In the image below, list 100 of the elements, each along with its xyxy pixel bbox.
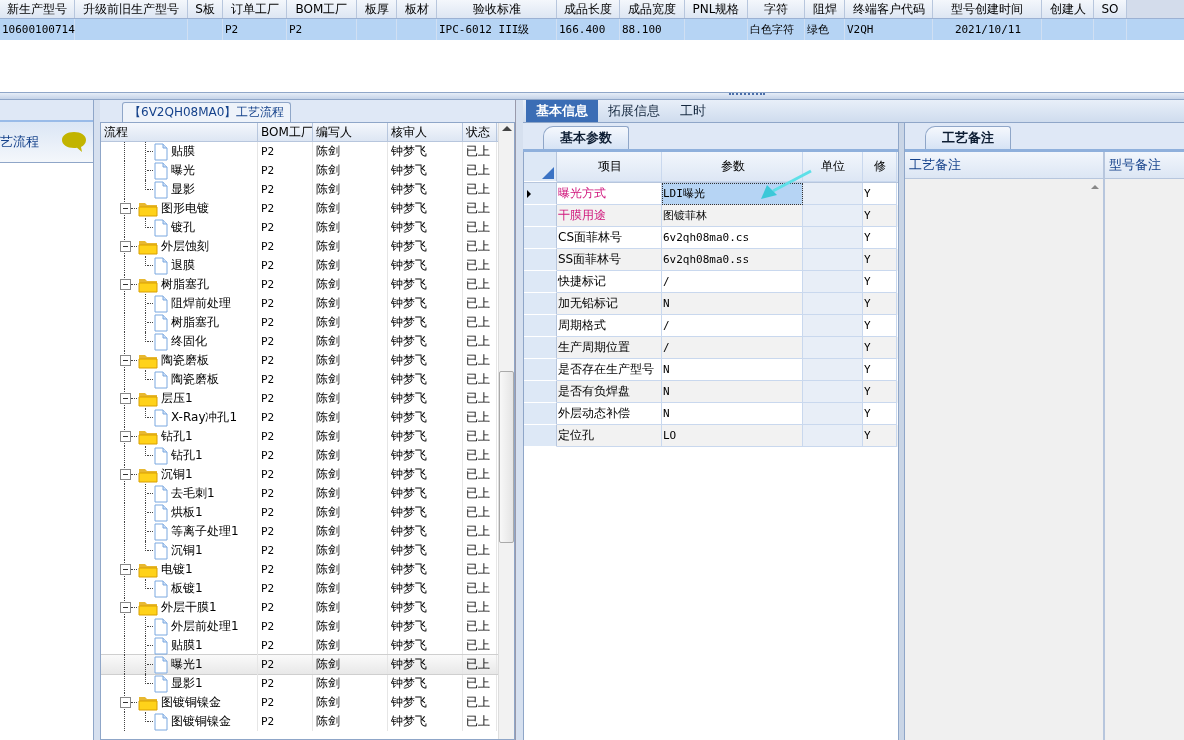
- column-header[interactable]: 板厚: [357, 0, 397, 18]
- table-row[interactable]: CS面菲林号 6v2qh08ma0.cs Y: [524, 227, 898, 249]
- tree-row[interactable]: 烘板1 P2 陈剑 钟梦飞 已上: [101, 503, 498, 522]
- column-header[interactable]: 升级前旧生产型号: [75, 0, 188, 18]
- column-header[interactable]: 创建人: [1042, 0, 1094, 18]
- splitter-grip[interactable]: [729, 93, 765, 98]
- tree-row[interactable]: 贴膜 P2 陈剑 钟梦飞 已上: [101, 142, 498, 161]
- panel-tab[interactable]: 工艺备注: [925, 126, 1011, 149]
- column-header[interactable]: 参数: [662, 152, 803, 182]
- collapse-icon[interactable]: [120, 203, 131, 214]
- scrollbar[interactable]: [498, 123, 514, 739]
- tree-row[interactable]: 退膜 P2 陈剑 钟梦飞 已上: [101, 256, 498, 275]
- table-cell: 钟梦飞: [391, 618, 427, 635]
- column-header[interactable]: 终端客户代码: [845, 0, 933, 18]
- panel-tab[interactable]: 基本参数: [543, 126, 629, 149]
- column-header[interactable]: 新生产型号: [0, 0, 75, 18]
- collapse-icon[interactable]: [120, 355, 131, 366]
- tree-row[interactable]: 阻焊前处理 P2 陈剑 钟梦飞 已上: [101, 294, 498, 313]
- tree-row[interactable]: 树脂塞孔 P2 陈剑 钟梦飞 已上: [101, 275, 498, 294]
- table-row[interactable]: SS面菲林号 6v2qh08ma0.ss Y: [524, 249, 898, 271]
- collapse-icon[interactable]: [120, 697, 131, 708]
- table-cell: 陈剑: [316, 599, 340, 616]
- tree-row[interactable]: 沉铜1 P2 陈剑 钟梦飞 已上: [101, 541, 498, 560]
- table-row[interactable]: 生产周期位置 / Y: [524, 337, 898, 359]
- column-header[interactable]: 工艺备注: [905, 152, 1105, 178]
- column-header[interactable]: 成品宽度: [620, 0, 685, 18]
- table-row[interactable]: 外层动态补偿 N Y: [524, 403, 898, 425]
- table-row[interactable]: 干膜用途 图镀菲林 Y: [524, 205, 898, 227]
- column-header[interactable]: 单位: [803, 152, 863, 182]
- column-header[interactable]: PNL规格: [685, 0, 748, 18]
- tree-row[interactable]: 层压1 P2 陈剑 钟梦飞 已上: [101, 389, 498, 408]
- collapse-icon[interactable]: [120, 393, 131, 404]
- tree-row[interactable]: 陶瓷磨板 P2 陈剑 钟梦飞 已上: [101, 370, 498, 389]
- table-cell: 陈剑: [316, 219, 340, 236]
- tab[interactable]: 拓展信息: [598, 100, 670, 122]
- collapse-icon[interactable]: [120, 241, 131, 252]
- column-header[interactable]: 验收标准: [437, 0, 557, 18]
- tree-row[interactable]: 曝光 P2 陈剑 钟梦飞 已上: [101, 161, 498, 180]
- tree-row[interactable]: 沉铜1 P2 陈剑 钟梦飞 已上: [101, 465, 498, 484]
- column-header[interactable]: BOM工厂: [258, 123, 313, 141]
- table-row[interactable]: 是否存在生产型号 N Y: [524, 359, 898, 381]
- column-header[interactable]: 阻焊: [805, 0, 845, 18]
- tree-row[interactable]: 显影1 P2 陈剑 钟梦飞 已上: [101, 674, 498, 693]
- column-header[interactable]: 成品长度: [557, 0, 620, 18]
- table-row[interactable]: 曝光方式 LDI曝光 Y: [524, 183, 898, 205]
- collapse-icon[interactable]: [120, 431, 131, 442]
- column-header[interactable]: 状态: [463, 123, 497, 141]
- tab[interactable]: 工时: [670, 100, 716, 122]
- column-header[interactable]: BOM工厂: [287, 0, 357, 18]
- column-header[interactable]: 订单工厂: [223, 0, 287, 18]
- column-header[interactable]: 型号创建时间: [933, 0, 1042, 18]
- tree-row[interactable]: 板镀1 P2 陈剑 钟梦飞 已上: [101, 579, 498, 598]
- tree-row[interactable]: 去毛刺1 P2 陈剑 钟梦飞 已上: [101, 484, 498, 503]
- table-cell: P2: [261, 506, 275, 519]
- column-header[interactable]: 编写人: [313, 123, 388, 141]
- tree-row[interactable]: 图镀铜镍金 P2 陈剑 钟梦飞 已上: [101, 693, 498, 712]
- tab[interactable]: 基本信息: [526, 100, 598, 122]
- table-row[interactable]: 是否有负焊盘 N Y: [524, 381, 898, 403]
- tree-row[interactable]: 图形电镀 P2 陈剑 钟梦飞 已上: [101, 199, 498, 218]
- tree-row[interactable]: 陶瓷磨板 P2 陈剑 钟梦飞 已上: [101, 351, 498, 370]
- column-header[interactable]: 字符: [748, 0, 805, 18]
- tree-row[interactable]: 图镀铜镍金 P2 陈剑 钟梦飞 已上: [101, 712, 498, 731]
- tree-row[interactable]: 终固化 P2 陈剑 钟梦飞 已上: [101, 332, 498, 351]
- column-header[interactable]: 核审人: [388, 123, 463, 141]
- table-row[interactable]: 加无铅标记 N Y: [524, 293, 898, 315]
- tree-row[interactable]: 电镀1 P2 陈剑 钟梦飞 已上: [101, 560, 498, 579]
- folder-icon: [138, 466, 158, 483]
- tree-row[interactable]: 镀孔 P2 陈剑 钟梦飞 已上: [101, 218, 498, 237]
- tree-row[interactable]: 钻孔1 P2 陈剑 钟梦飞 已上: [101, 446, 498, 465]
- scroll-up-icon[interactable]: [1091, 185, 1099, 189]
- tree-row[interactable]: 外层干膜1 P2 陈剑 钟梦飞 已上: [101, 598, 498, 617]
- tree-row[interactable]: 等离子处理1 P2 陈剑 钟梦飞 已上: [101, 522, 498, 541]
- tree-row[interactable]: 外层前处理1 P2 陈剑 钟梦飞 已上: [101, 617, 498, 636]
- table-row[interactable]: 周期格式 / Y: [524, 315, 898, 337]
- column-header[interactable]: 修: [863, 152, 897, 182]
- collapse-icon[interactable]: [120, 279, 131, 290]
- tree-row[interactable]: X-Ray冲孔1 P2 陈剑 钟梦飞 已上: [101, 408, 498, 427]
- table-row[interactable]: 10600100714 P2 P2 IPC-6012 III级 166.400 88.100 白色字符 绿色 V2QH 2021/10/11: [0, 19, 1184, 40]
- column-header[interactable]: 项目: [557, 152, 662, 182]
- tree-row[interactable]: 树脂塞孔 P2 陈剑 钟梦飞 已上: [101, 313, 498, 332]
- tree-row[interactable]: 曝光1 P2 陈剑 钟梦飞 已上: [101, 655, 498, 674]
- table-cell: 已上: [466, 618, 490, 635]
- tree-row[interactable]: 外层蚀刻 P2 陈剑 钟梦飞 已上: [101, 237, 498, 256]
- panel-title: 艺流程: [0, 133, 39, 151]
- table-cell: Y: [864, 297, 871, 310]
- table-cell: SS面菲林号: [558, 251, 622, 268]
- column-header[interactable]: 板材: [397, 0, 437, 18]
- tree-item-label: 外层前处理1: [171, 618, 239, 635]
- table-cell: 陈剑: [316, 637, 340, 654]
- column-header[interactable]: S板: [188, 0, 223, 18]
- tree-item-label: X-Ray冲孔1: [171, 409, 238, 426]
- collapse-icon[interactable]: [120, 469, 131, 480]
- column-header[interactable]: 流程: [101, 123, 258, 141]
- collapse-icon[interactable]: [120, 602, 131, 613]
- collapse-icon[interactable]: [120, 564, 131, 575]
- table-row[interactable]: 快捷标记 / Y: [524, 271, 898, 293]
- table-row[interactable]: 定位孔 LO Y: [524, 425, 898, 447]
- tree-row[interactable]: 钻孔1 P2 陈剑 钟梦飞 已上: [101, 427, 498, 446]
- column-header[interactable]: 型号备注: [1105, 152, 1184, 178]
- tree-row[interactable]: 显影 P2 陈剑 钟梦飞 已上: [101, 180, 498, 199]
